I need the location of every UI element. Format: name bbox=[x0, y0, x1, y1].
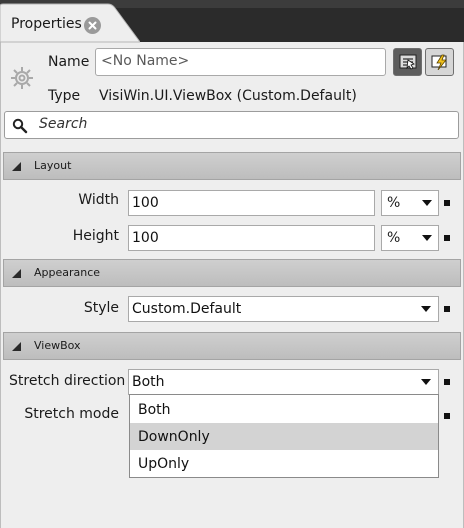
gear-icon bbox=[11, 67, 33, 89]
collapse-triangle-icon[interactable] bbox=[12, 162, 21, 171]
stretch-mode-label: Stretch mode bbox=[24, 406, 119, 422]
collapse-triangle-icon[interactable] bbox=[12, 269, 21, 278]
search-input[interactable]: Search bbox=[4, 111, 459, 139]
property-marker-icon[interactable] bbox=[444, 306, 450, 312]
chevron-down-icon bbox=[422, 200, 432, 206]
property-marker-icon[interactable] bbox=[444, 200, 450, 206]
dropdown-option-uponly[interactable]: UpOnly bbox=[130, 450, 438, 477]
type-value: VisiWin.UI.ViewBox (Custom.Default) bbox=[99, 88, 357, 104]
height-label: Height bbox=[72, 228, 119, 244]
events-lightning-icon bbox=[431, 54, 447, 70]
property-marker-icon[interactable] bbox=[444, 235, 450, 241]
style-value: Custom.Default bbox=[132, 301, 242, 317]
section-viewbox-header[interactable]: ViewBox bbox=[3, 332, 461, 360]
chevron-down-icon bbox=[422, 235, 432, 241]
tab-properties-label[interactable]: Properties bbox=[11, 16, 82, 32]
style-select[interactable]: Custom.Default bbox=[128, 296, 439, 322]
name-field[interactable]: <No Name> bbox=[95, 48, 386, 76]
stretch-direction-label: Stretch direction bbox=[9, 373, 126, 389]
dropdown-option-downonly[interactable]: DownOnly bbox=[130, 423, 438, 450]
properties-view-icon bbox=[399, 54, 417, 70]
section-appearance-header[interactable]: Appearance bbox=[3, 259, 461, 287]
section-layout-header[interactable]: Layout bbox=[3, 152, 461, 180]
section-appearance-title: Appearance bbox=[34, 266, 101, 279]
search-placeholder: Search bbox=[39, 116, 88, 132]
height-unit-select[interactable]: % bbox=[381, 225, 439, 251]
section-viewbox-title: ViewBox bbox=[34, 339, 81, 352]
dropdown-option-both[interactable]: Both bbox=[130, 396, 438, 423]
name-label: Name bbox=[48, 54, 90, 70]
height-field[interactable]: 100 bbox=[128, 225, 375, 251]
collapse-triangle-icon[interactable] bbox=[12, 342, 21, 351]
width-field[interactable]: 100 bbox=[128, 190, 375, 216]
chevron-down-icon bbox=[421, 306, 431, 312]
stretch-direction-value: Both bbox=[132, 374, 165, 390]
style-label: Style bbox=[83, 300, 119, 316]
chevron-down-icon bbox=[421, 379, 431, 385]
height-unit-value: % bbox=[387, 230, 401, 246]
section-layout-title: Layout bbox=[34, 159, 72, 172]
width-unit-value: % bbox=[387, 195, 401, 211]
property-marker-icon[interactable] bbox=[444, 379, 450, 385]
width-unit-select[interactable]: % bbox=[381, 190, 439, 216]
properties-view-button[interactable] bbox=[393, 48, 422, 76]
close-icon[interactable] bbox=[84, 17, 101, 34]
property-marker-icon[interactable] bbox=[444, 413, 450, 419]
stretch-direction-dropdown-list: Both DownOnly UpOnly bbox=[129, 394, 439, 478]
width-label: Width bbox=[78, 192, 119, 208]
type-label: Type bbox=[48, 88, 81, 104]
events-view-button[interactable] bbox=[425, 48, 454, 76]
stretch-direction-select[interactable]: Both bbox=[128, 369, 439, 395]
search-icon bbox=[12, 118, 28, 134]
